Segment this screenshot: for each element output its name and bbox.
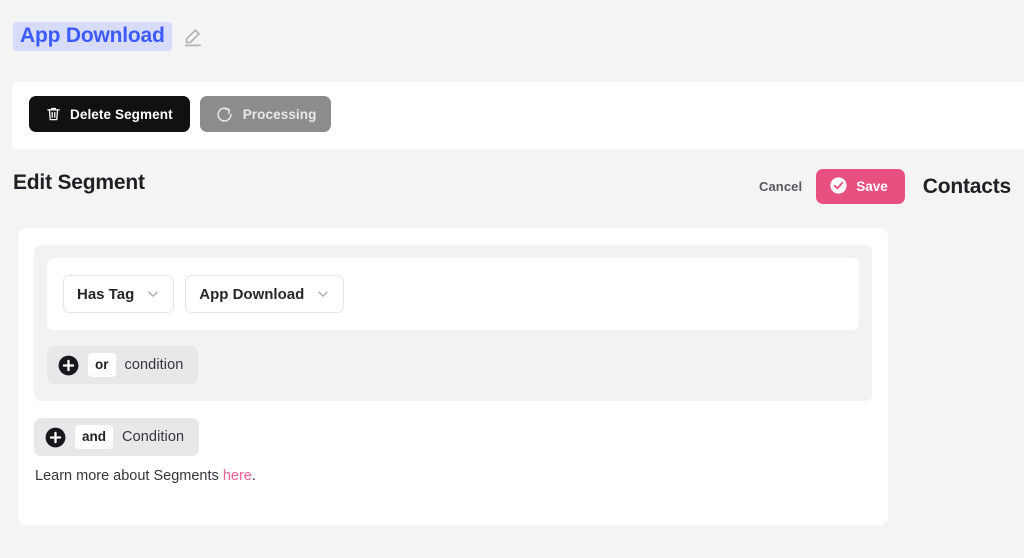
condition-operator-value: Has Tag [77,285,135,303]
contacts-label: Contacts [922,174,1011,198]
and-condition-label: Condition [122,429,185,445]
or-keyword: or [88,353,116,377]
processing-label: Processing [242,106,317,122]
chevron-down-icon [316,287,330,301]
page-title: App Download [13,22,172,52]
condition-value-value: App Download [199,285,305,303]
edit-segment-title: Edit Segment [13,171,145,194]
cancel-button[interactable]: Cancel [759,179,802,194]
processing-button[interactable]: Processing [199,96,332,132]
pencil-icon[interactable] [182,26,204,48]
trash-icon [46,106,61,122]
delete-segment-label: Delete Segment [70,106,173,122]
plus-circle-icon [45,427,66,448]
plus-circle-icon [58,355,79,376]
condition-operator-select[interactable]: Has Tag [63,275,175,313]
add-or-condition-button[interactable]: or condition [47,346,199,384]
save-label: Save [856,179,888,194]
segment-builder-card: Has Tag App Download or condition and Co… [18,228,888,525]
add-and-condition-button[interactable]: and Condition [34,418,200,456]
learn-more-suffix: . [251,468,256,484]
refresh-spinner-icon [215,105,234,124]
chevron-down-icon [146,287,160,301]
toolbar-band: Delete Segment Processing [12,82,1024,149]
learn-more-link[interactable]: here [223,468,252,484]
toolbar: Delete Segment Processing [29,96,332,132]
learn-more-text: Learn more about Segments here. [35,468,872,484]
and-keyword: and [75,425,114,449]
condition-row: Has Tag App Download [47,258,859,330]
or-condition-label: condition [124,357,184,373]
condition-value-select[interactable]: App Download [185,275,345,313]
condition-group: Has Tag App Download or condition [34,245,872,401]
learn-more-prefix: Learn more about Segments [35,468,223,484]
segment-title-row: App Download [13,22,204,52]
header-actions: Cancel Save Contacts [759,169,1011,204]
circle-check-icon [829,176,848,198]
save-button[interactable]: Save [816,169,905,204]
edit-segment-header: Edit Segment Cancel Save Contacts [0,163,1024,209]
delete-segment-button[interactable]: Delete Segment [29,96,190,132]
